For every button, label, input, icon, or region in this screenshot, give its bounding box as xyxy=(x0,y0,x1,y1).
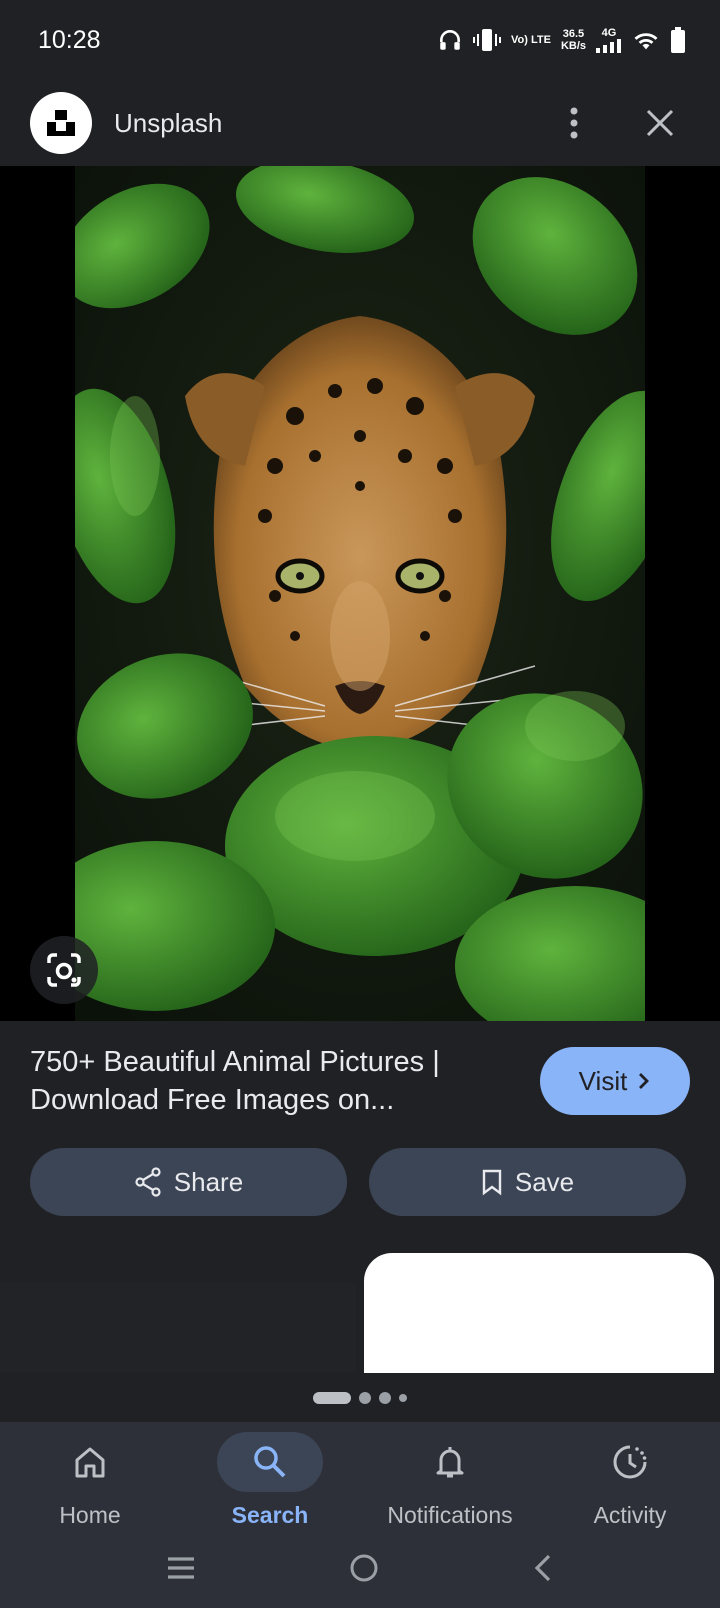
share-label: Share xyxy=(173,1166,244,1197)
bell-icon xyxy=(436,1447,464,1478)
nav-home-label: Home xyxy=(59,1502,121,1528)
nav-home[interactable]: Home xyxy=(5,1432,175,1529)
leopard-photo[interactable] xyxy=(75,166,645,1021)
nav-search[interactable]: Search xyxy=(185,1432,355,1529)
close-icon[interactable] xyxy=(630,93,690,153)
network-type: Vo) LTE xyxy=(511,34,551,46)
chevron-right-icon xyxy=(639,1073,650,1089)
page-dot xyxy=(359,1392,371,1404)
carousel-card-next[interactable] xyxy=(364,1253,714,1373)
visit-button[interactable]: Visit xyxy=(540,1047,690,1115)
nav-search-label: Search xyxy=(231,1502,309,1528)
signal-icon xyxy=(596,39,621,53)
back-icon[interactable] xyxy=(532,1553,554,1583)
save-label: Save xyxy=(514,1166,575,1197)
home-circle-icon[interactable] xyxy=(349,1553,379,1583)
nav-notifications[interactable]: Notifications xyxy=(365,1432,535,1529)
image-preview[interactable] xyxy=(0,166,720,1021)
result-title[interactable]: 750+ Beautiful Animal Pictures | Downloa… xyxy=(30,1043,490,1119)
unsplash-logo-icon[interactable] xyxy=(30,92,92,154)
save-button[interactable]: Save xyxy=(369,1148,686,1216)
status-icons: Vo) LTE 36.5 KB/s 4G xyxy=(437,27,686,53)
page-dot xyxy=(399,1394,407,1402)
activity-icon xyxy=(613,1445,647,1479)
headphones-icon xyxy=(440,30,460,50)
battery-icon xyxy=(671,27,685,53)
bookmark-icon xyxy=(482,1169,502,1196)
page-dot xyxy=(379,1392,391,1404)
wifi-icon xyxy=(634,33,658,50)
nav-activity-label: Activity xyxy=(593,1502,667,1528)
recents-icon[interactable] xyxy=(166,1555,196,1581)
system-nav xyxy=(0,1528,720,1608)
action-row: Share Save xyxy=(30,1148,686,1216)
search-icon xyxy=(254,1446,286,1478)
more-vert-icon[interactable] xyxy=(544,93,604,153)
signal-4g: 4G xyxy=(596,27,622,53)
site-name[interactable]: Unsplash xyxy=(114,108,544,139)
carousel-card-previous[interactable] xyxy=(0,1282,356,1372)
speed-indicator: 36.5 KB/s xyxy=(560,28,586,52)
page-indicator xyxy=(0,1392,720,1404)
page-dot-active xyxy=(313,1392,351,1404)
bottom-nav: Home Search Notifications Activity xyxy=(0,1422,720,1608)
status-time: 10:28 xyxy=(38,25,101,54)
vibrate-icon xyxy=(473,29,502,51)
home-icon xyxy=(75,1447,105,1478)
nav-activity[interactable]: Activity xyxy=(545,1432,715,1529)
google-lens-icon[interactable] xyxy=(30,936,98,1004)
share-button[interactable]: Share xyxy=(30,1148,347,1216)
visit-label: Visit xyxy=(578,1065,628,1096)
nav-notifications-label: Notifications xyxy=(387,1502,513,1528)
viewer-header: Unsplash xyxy=(0,80,720,166)
share-icon xyxy=(135,1167,161,1197)
result-info: 750+ Beautiful Animal Pictures | Downloa… xyxy=(0,1021,720,1141)
status-bar: 10:28 Vo) LTE 36.5 KB/s 4G xyxy=(0,0,720,80)
